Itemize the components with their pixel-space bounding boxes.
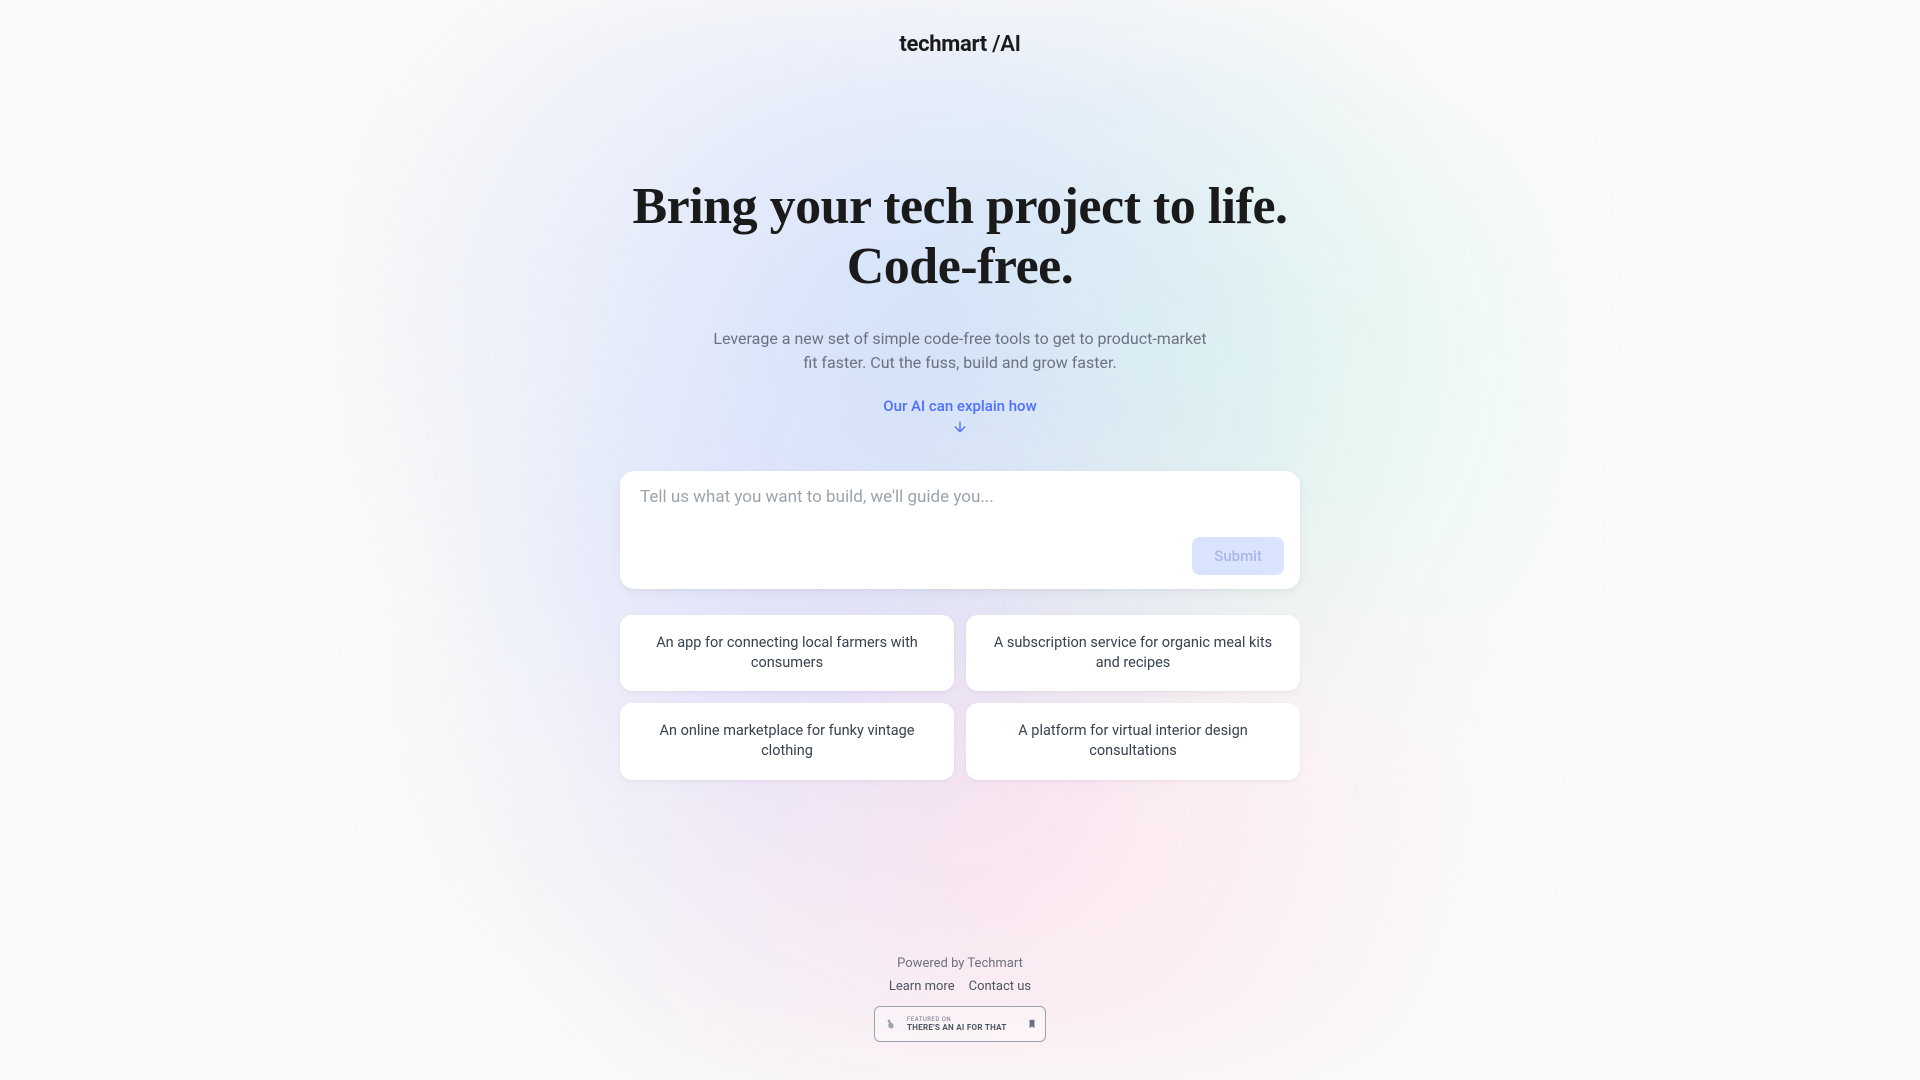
bookmark-icon bbox=[1027, 1017, 1037, 1031]
featured-badge[interactable]: FEATURED ON THERE'S AN AI FOR THAT bbox=[874, 1006, 1046, 1042]
badge-site-name: THERE'S AN AI FOR THAT bbox=[907, 1023, 1021, 1032]
footer-powered-text: Powered by Techmart bbox=[897, 956, 1023, 971]
prompt-input-card: Submit bbox=[620, 471, 1300, 589]
flex-arm-icon bbox=[883, 1015, 901, 1033]
logo-suffix: /AI bbox=[987, 32, 1021, 57]
badge-featured-label: FEATURED ON bbox=[907, 1016, 1021, 1023]
explain-link-text: Our AI can explain how bbox=[883, 397, 1036, 415]
prompt-input[interactable] bbox=[640, 487, 1284, 515]
hero-section: Bring your tech project to life. Code-fr… bbox=[632, 177, 1287, 435]
suggestions-grid: An app for connecting local farmers with… bbox=[620, 615, 1300, 780]
input-actions: Submit bbox=[640, 537, 1284, 575]
badge-text: FEATURED ON THERE'S AN AI FOR THAT bbox=[907, 1016, 1021, 1032]
submit-button[interactable]: Submit bbox=[1192, 537, 1284, 575]
hero-subtitle: Leverage a new set of simple code-free t… bbox=[710, 327, 1210, 375]
contact-us-link[interactable]: Contact us bbox=[969, 979, 1032, 994]
suggestion-card-3[interactable]: A platform for virtual interior design c… bbox=[966, 703, 1300, 780]
hero-title-line1: Bring your tech project to life. bbox=[632, 178, 1287, 235]
hero-title: Bring your tech project to life. Code-fr… bbox=[632, 177, 1287, 297]
learn-more-link[interactable]: Learn more bbox=[889, 979, 955, 994]
logo[interactable]: techmart /AI bbox=[899, 32, 1020, 57]
hero-title-line2: Code-free. bbox=[847, 238, 1074, 295]
footer: Powered by Techmart Learn more Contact u… bbox=[874, 956, 1046, 1042]
footer-links: Learn more Contact us bbox=[889, 979, 1031, 994]
main-container: techmart /AI Bring your tech project to … bbox=[0, 0, 1920, 1080]
suggestion-card-0[interactable]: An app for connecting local farmers with… bbox=[620, 615, 954, 692]
arrow-down-icon bbox=[952, 419, 968, 435]
explain-how-link[interactable]: Our AI can explain how bbox=[632, 397, 1287, 435]
suggestion-card-2[interactable]: An online marketplace for funky vintage … bbox=[620, 703, 954, 780]
logo-main: techmart bbox=[899, 32, 987, 57]
suggestion-card-1[interactable]: A subscription service for organic meal … bbox=[966, 615, 1300, 692]
